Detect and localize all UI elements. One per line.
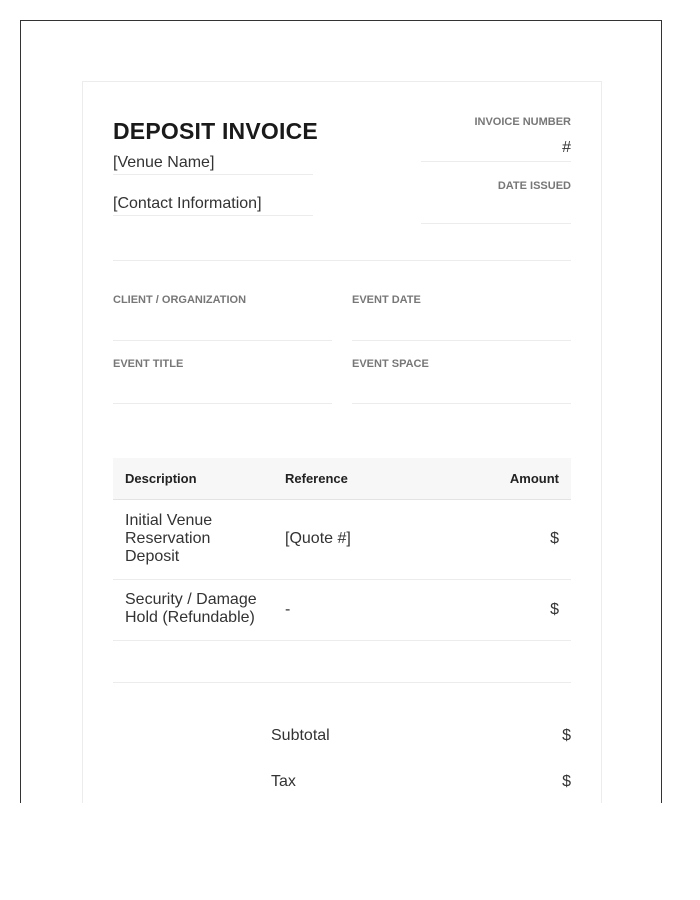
totals-divider	[113, 682, 571, 683]
invoice-card: DEPOSIT INVOICE [Venue Name] [Contact In…	[82, 81, 602, 803]
line-items-table: Description Reference Amount Initial Ven…	[113, 458, 571, 641]
table-row: Security / Damage Hold (Refundable) - $	[113, 580, 571, 641]
row-reference[interactable]: [Quote #]	[285, 530, 351, 548]
row-amount[interactable]: $	[550, 530, 559, 548]
event-date-field[interactable]	[352, 340, 571, 341]
date-issued-field[interactable]	[421, 222, 571, 224]
column-header-amount: Amount	[509, 471, 559, 486]
invoice-number-label: INVOICE NUMBER	[474, 116, 571, 128]
subtotal-value[interactable]: $	[562, 727, 571, 745]
contact-info-field[interactable]: [Contact Information]	[113, 195, 313, 216]
event-title-field[interactable]	[113, 403, 332, 404]
row-amount[interactable]: $	[550, 601, 559, 619]
client-label: CLIENT / ORGANIZATION	[113, 294, 247, 306]
event-space-label: EVENT SPACE	[352, 358, 429, 370]
document-page: DEPOSIT INVOICE [Venue Name] [Contact In…	[20, 20, 662, 803]
invoice-number-field[interactable]: #	[421, 139, 571, 162]
event-space-field[interactable]	[352, 403, 571, 404]
column-header-description: Description	[125, 471, 197, 486]
row-description: Security / Damage Hold (Refundable)	[125, 591, 257, 626]
event-title-label: EVENT TITLE	[113, 358, 184, 370]
client-field[interactable]	[113, 340, 332, 341]
table-header: Description Reference Amount	[113, 458, 571, 500]
column-header-reference: Reference	[285, 471, 348, 486]
table-row: Initial Venue Reservation Deposit [Quote…	[113, 500, 571, 580]
event-date-label: EVENT DATE	[352, 294, 421, 306]
tax-value[interactable]: $	[562, 773, 571, 791]
invoice-title: DEPOSIT INVOICE	[113, 118, 318, 144]
tax-label: Tax	[271, 773, 296, 790]
header-divider	[113, 260, 571, 261]
subtotal-label: Subtotal	[271, 727, 330, 744]
venue-name-field[interactable]: [Venue Name]	[113, 154, 313, 175]
date-issued-label: DATE ISSUED	[497, 180, 571, 192]
row-reference[interactable]: -	[285, 601, 290, 619]
row-description: Initial Venue Reservation Deposit	[125, 512, 213, 565]
